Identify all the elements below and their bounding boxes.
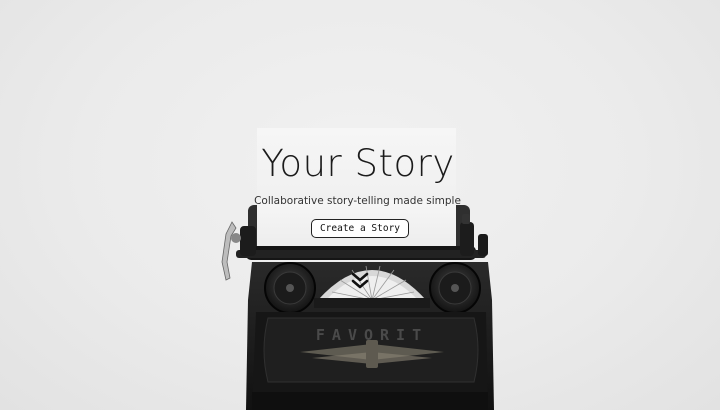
carriage-return-lever bbox=[221, 221, 237, 281]
page-title: Your Story bbox=[261, 142, 455, 185]
double-chevron-down-icon[interactable] bbox=[351, 271, 369, 291]
tagline: Collaborative story-telling made simple bbox=[254, 195, 461, 207]
hero-section: FAVORIT Your Story Collaborative story-t… bbox=[0, 0, 720, 410]
create-story-button[interactable]: Create a Story bbox=[311, 219, 409, 238]
brand-plate: FAVORIT bbox=[316, 326, 428, 344]
